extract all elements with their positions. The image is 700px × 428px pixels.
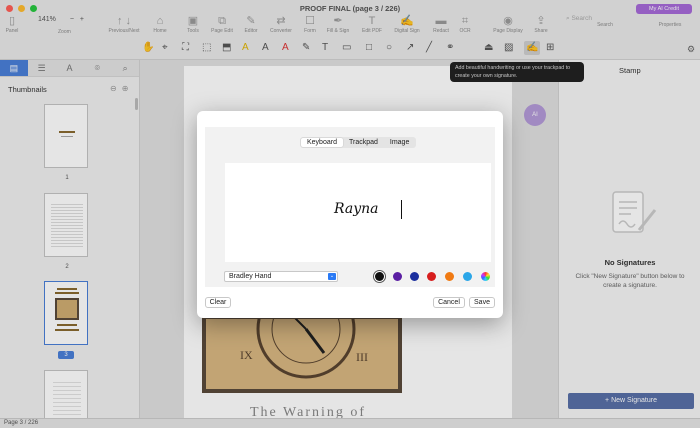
signature-mode-tabs: Keyboard Trackpad Image	[300, 137, 417, 148]
cancel-button[interactable]: Cancel	[433, 297, 465, 308]
font-select-value: Bradley Hand	[229, 273, 272, 280]
color-picker-icon[interactable]	[481, 272, 490, 281]
color-swatch-red[interactable]	[427, 272, 436, 281]
tab-image[interactable]: Image	[384, 138, 415, 147]
color-swatch-black[interactable]	[375, 272, 384, 281]
clear-button[interactable]: Clear	[205, 297, 231, 308]
text-cursor	[401, 200, 402, 219]
signature-canvas[interactable]: Rayna	[225, 163, 491, 262]
color-swatch-blue[interactable]	[463, 272, 472, 281]
signature-dialog: Keyboard Trackpad Image Rayna Bradley Ha…	[197, 111, 503, 318]
chevron-down-icon: ⌄	[328, 273, 336, 280]
color-swatch-navy[interactable]	[410, 272, 419, 281]
signature-text-input[interactable]: Rayna	[334, 201, 378, 217]
color-swatch-purple[interactable]	[393, 272, 402, 281]
color-swatch-orange[interactable]	[445, 272, 454, 281]
tab-keyboard[interactable]: Keyboard	[301, 138, 343, 147]
signature-frame: Keyboard Trackpad Image Rayna Bradley Ha…	[205, 127, 495, 287]
tab-trackpad[interactable]: Trackpad	[343, 138, 384, 147]
save-button[interactable]: Save	[469, 297, 495, 308]
font-select[interactable]: Bradley Hand ⌄	[224, 271, 338, 282]
